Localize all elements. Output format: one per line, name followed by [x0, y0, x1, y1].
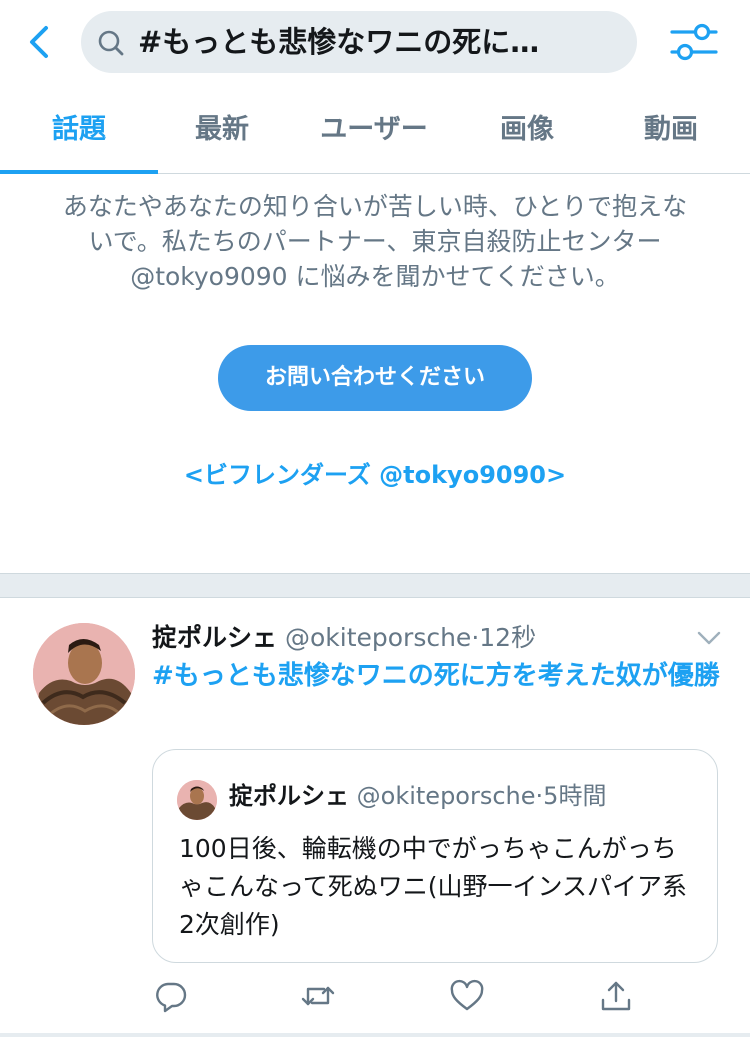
quote-header: 掟ポルシェ @okiteporsche·5時間 [229, 778, 606, 814]
tweet-actions [0, 978, 750, 1018]
search-settings-button[interactable] [668, 18, 720, 66]
tweet[interactable]: 掟ポルシェ @okiteporsche·12秒 #もっとも悲惨なワニの死に方を考… [0, 598, 750, 1037]
quote-display-name: 掟ポルシェ [229, 782, 349, 810]
tab-people[interactable]: ユーザー [286, 86, 462, 174]
quote-user-handle: @okiteporsche [356, 782, 536, 810]
like-button[interactable] [449, 978, 485, 1014]
chevron-left-icon [30, 26, 48, 58]
section-divider [0, 573, 750, 598]
back-button[interactable] [22, 20, 58, 64]
search-input[interactable]: #もっとも悲惨なワニの死に… [81, 11, 637, 73]
befrienders-link[interactable]: <ビフレンダーズ @tokyo9090> [0, 455, 750, 490]
avatar-photo [33, 623, 135, 725]
avatar[interactable] [33, 623, 135, 725]
share-button[interactable] [598, 978, 634, 1014]
retweet-button[interactable] [300, 978, 336, 1014]
quoted-tweet[interactable]: 掟ポルシェ @okiteporsche·5時間 100日後、輪転機の中でがっちゃ… [152, 749, 718, 963]
search-query[interactable]: #もっとも悲惨なワニの死に… [138, 23, 623, 61]
quote-text: 100日後、輪転機の中でがっちゃこんがっちゃこんなって死ぬワニ(山野一インスパイ… [179, 834, 688, 939]
search-tabs: 話題 最新 ユーザー 画像 動画 [0, 86, 750, 174]
quote-timestamp: 5時間 [543, 782, 607, 810]
support-notice: あなたやあなたの知り合いが苦しい時、ひとりで抱えないで。私たちのパートナー、東京… [0, 175, 750, 573]
tab-photos[interactable]: 画像 [462, 86, 592, 174]
active-tab-indicator [0, 170, 158, 174]
notice-text: あなたやあなたの知り合いが苦しい時、ひとりで抱えないで。私たちのパートナー、東京… [62, 192, 688, 291]
contact-button[interactable]: お問い合わせください [218, 345, 532, 411]
sliders-icon [670, 23, 718, 61]
top-bar: #もっとも悲惨なワニの死に… [0, 0, 750, 86]
bottom-divider [0, 1033, 750, 1037]
search-icon [98, 30, 124, 56]
tab-top[interactable]: 話題 [0, 86, 158, 174]
quote-avatar[interactable] [177, 780, 217, 820]
timestamp[interactable]: 12秒 [479, 623, 536, 652]
heart-icon [450, 979, 484, 1011]
tweet-menu-button[interactable] [694, 626, 724, 650]
tab-latest[interactable]: 最新 [158, 86, 286, 174]
tab-videos[interactable]: 動画 [592, 86, 750, 174]
tweet-text[interactable]: #もっとも悲惨なワニの死に方を考えた奴が優勝 [152, 656, 722, 696]
retweet-icon [301, 986, 335, 1006]
reply-icon [156, 982, 187, 1013]
display-name[interactable]: 掟ポルシェ [152, 623, 277, 652]
share-icon [601, 981, 631, 1011]
user-handle[interactable]: @okiteporsche [285, 623, 471, 652]
tweet-header: 掟ポルシェ @okiteporsche·12秒 [152, 620, 536, 656]
reply-button[interactable] [153, 978, 189, 1014]
avatar-photo [177, 780, 217, 820]
chevron-down-icon [697, 631, 721, 645]
